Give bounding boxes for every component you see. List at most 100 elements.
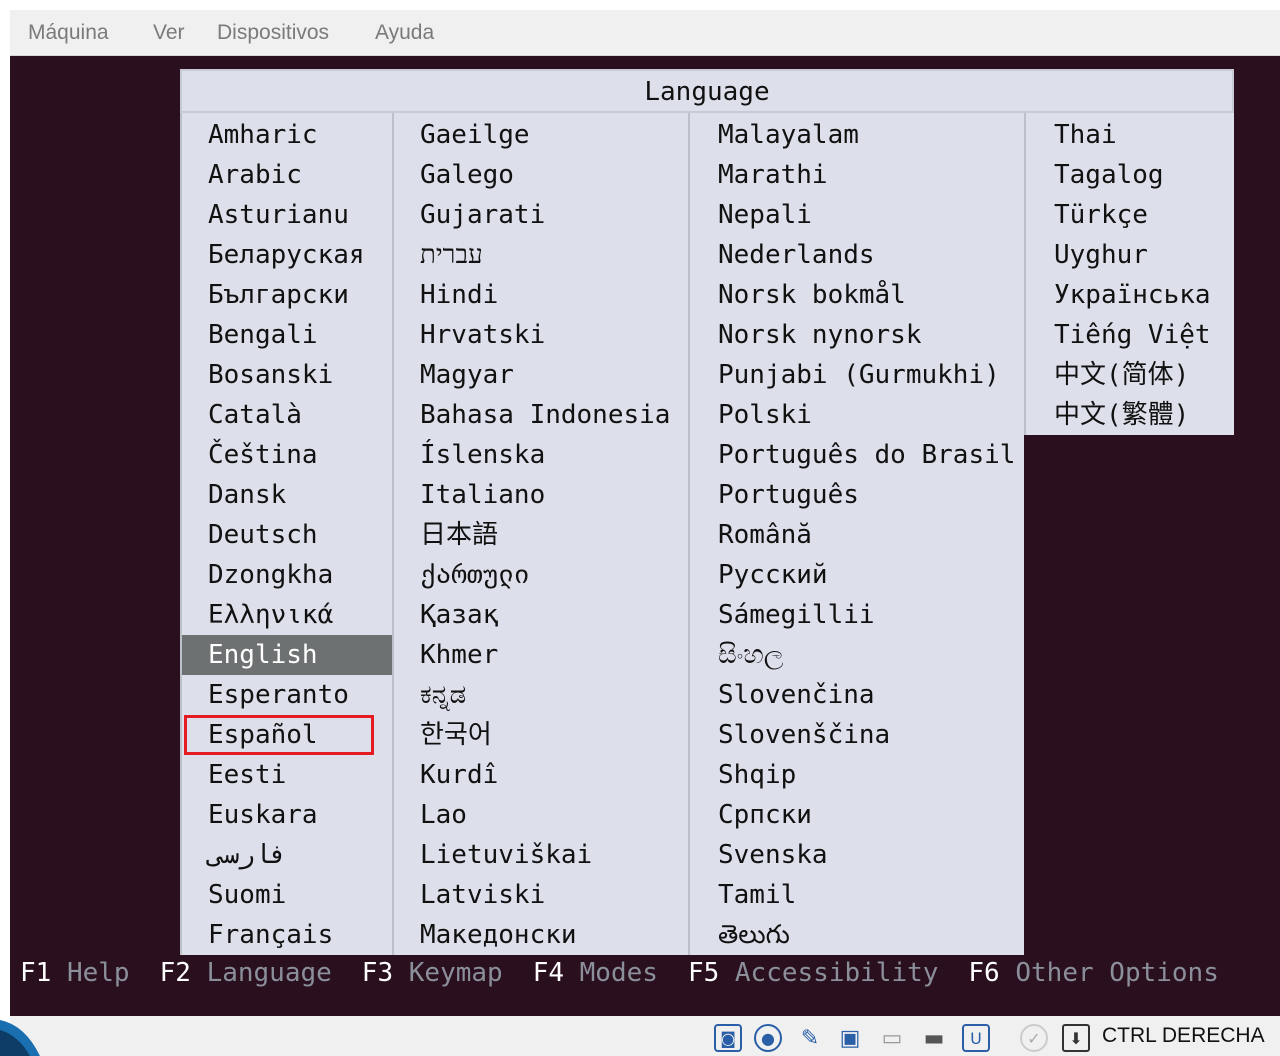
language-option[interactable]: Lao: [394, 795, 467, 835]
language-option[interactable]: Hindi: [394, 275, 498, 315]
vm-statusbar: ◙ ● ✎ ▣ ▭ ▬ U ✓ ⬇ CTRL DERECHA: [10, 1016, 1280, 1056]
language-option[interactable]: 日本語: [394, 515, 498, 555]
language-option[interactable]: සිංහල: [690, 635, 784, 675]
mouse-integration-icon[interactable]: ✓: [1020, 1024, 1048, 1052]
language-option[interactable]: Русский: [690, 555, 828, 595]
language-option[interactable]: Română: [690, 515, 812, 555]
language-option[interactable]: Esperanto: [182, 675, 349, 715]
fkey-f1[interactable]: F1: [20, 958, 51, 988]
keyboard-capture-icon[interactable]: ⬇: [1062, 1024, 1090, 1052]
language-option[interactable]: Tagalog: [1026, 155, 1164, 195]
language-option[interactable]: Norsk nynorsk: [690, 315, 922, 355]
language-option[interactable]: Kurdî: [394, 755, 498, 795]
language-option[interactable]: Shqip: [690, 755, 796, 795]
language-option[interactable]: Sámegillii: [690, 595, 875, 635]
language-option[interactable]: Português do Brasil: [690, 435, 1015, 475]
language-option[interactable]: ಕನ್ನಡ: [394, 675, 466, 715]
language-option[interactable]: Српски: [690, 795, 812, 835]
language-option[interactable]: Gujarati: [394, 195, 545, 235]
language-option[interactable]: فارسی: [182, 835, 286, 875]
language-option[interactable]: Latviski: [394, 875, 545, 915]
language-option[interactable]: Svenska: [690, 835, 828, 875]
language-option[interactable]: Galego: [394, 155, 514, 195]
language-option[interactable]: Bosanski: [182, 355, 333, 395]
language-option[interactable]: עברית: [394, 235, 483, 275]
hard-disk-icon[interactable]: ◙: [714, 1024, 742, 1052]
language-option[interactable]: Íslenska: [394, 435, 545, 475]
fkey-f2[interactable]: F2: [160, 958, 191, 988]
language-option[interactable]: Malayalam: [690, 115, 859, 155]
shared-folder-icon[interactable]: ▭: [878, 1024, 906, 1052]
language-option[interactable]: Ελληνικά: [182, 595, 333, 635]
language-option-selected[interactable]: English: [182, 635, 392, 675]
language-option[interactable]: Türkçe: [1026, 195, 1148, 235]
language-option[interactable]: 中文(简体): [1026, 355, 1189, 395]
language-dialog: Language Amharic Arabic Asturianu Беларуска…: [180, 69, 1234, 955]
language-option[interactable]: Arabic: [182, 155, 302, 195]
language-option[interactable]: Suomi: [182, 875, 286, 915]
language-option[interactable]: Magyar: [394, 355, 514, 395]
desktop-swoosh-graphic: [0, 1020, 40, 1056]
language-option-highlighted[interactable]: Español: [184, 715, 374, 755]
fkey-f4[interactable]: F4: [533, 958, 564, 988]
language-option[interactable]: Norsk bokmål: [690, 275, 906, 315]
language-option[interactable]: Punjabi (Gurmukhi): [690, 355, 1000, 395]
language-option[interactable]: Македонски: [394, 915, 577, 955]
language-option[interactable]: Slovenščina: [690, 715, 890, 755]
language-option[interactable]: Deutsch: [182, 515, 318, 555]
vm-menubar: Máquina Ver Dispositivos Ayuda: [10, 10, 1280, 56]
network-icon[interactable]: ▣: [836, 1024, 864, 1052]
language-option[interactable]: Polski: [690, 395, 812, 435]
optical-drive-icon[interactable]: ●: [754, 1024, 782, 1052]
video-capture-icon[interactable]: U: [962, 1024, 990, 1052]
language-option[interactable]: ქართული: [394, 555, 530, 595]
function-key-bar: F1 Help F2 Language F3 Keymap F4 Modes F5 Ac…: [20, 958, 1249, 988]
language-option[interactable]: Dansk: [182, 475, 286, 515]
fkey-f6[interactable]: F6: [968, 958, 999, 988]
language-option[interactable]: Português: [690, 475, 859, 515]
language-option[interactable]: Italiano: [394, 475, 545, 515]
language-option[interactable]: Български: [182, 275, 349, 315]
language-option[interactable]: Nepali: [690, 195, 812, 235]
usb-icon[interactable]: ✎: [796, 1024, 824, 1052]
language-column-4: Thai Tagalog Türkçe Uyghur Українська Tiếng V…: [1024, 113, 1234, 435]
language-option[interactable]: Tiếng Việt: [1026, 315, 1211, 355]
language-option[interactable]: 한국어: [394, 715, 492, 755]
language-option[interactable]: 中文(繁體): [1026, 395, 1189, 435]
menu-maquina[interactable]: Máquina: [28, 21, 109, 45]
fkey-f4-label: Modes: [579, 958, 658, 988]
language-option[interactable]: Lietuviškai: [394, 835, 592, 875]
language-option[interactable]: Беларуская: [182, 235, 365, 275]
language-option[interactable]: Hrvatski: [394, 315, 545, 355]
display-icon[interactable]: ▬: [920, 1024, 948, 1052]
language-option[interactable]: Marathi: [690, 155, 828, 195]
language-option[interactable]: Gaeilge: [394, 115, 530, 155]
menu-dispositivos[interactable]: Dispositivos: [217, 21, 329, 45]
language-option[interactable]: Euskara: [182, 795, 318, 835]
language-option[interactable]: Қазақ: [394, 595, 498, 635]
language-option[interactable]: Nederlands: [690, 235, 875, 275]
language-option[interactable]: Українська: [1026, 275, 1211, 315]
menu-ver[interactable]: Ver: [153, 21, 185, 45]
dialog-title: Language: [180, 69, 1234, 113]
language-option[interactable]: Asturianu: [182, 195, 349, 235]
language-option[interactable]: Slovenčina: [690, 675, 875, 715]
language-option[interactable]: Khmer: [394, 635, 498, 675]
language-option[interactable]: Uyghur: [1026, 235, 1148, 275]
language-option[interactable]: Tamil: [690, 875, 796, 915]
language-option[interactable]: Eesti: [182, 755, 286, 795]
language-option[interactable]: Čeština: [182, 435, 318, 475]
language-option[interactable]: Amharic: [182, 115, 318, 155]
language-option[interactable]: Français: [182, 915, 333, 955]
language-column-1: Amharic Arabic Asturianu Беларуская Българск…: [180, 113, 392, 955]
menu-ayuda[interactable]: Ayuda: [375, 21, 434, 45]
language-option[interactable]: Thai: [1026, 115, 1117, 155]
language-option[interactable]: Bengali: [182, 315, 318, 355]
language-option[interactable]: Dzongkha: [182, 555, 333, 595]
fkey-f5[interactable]: F5: [688, 958, 719, 988]
host-key-label: CTRL DERECHA: [1102, 1024, 1265, 1047]
language-option[interactable]: Català: [182, 395, 302, 435]
fkey-f3[interactable]: F3: [362, 958, 393, 988]
language-option[interactable]: తెలుగు: [690, 915, 790, 955]
language-option[interactable]: Bahasa Indonesia: [394, 395, 670, 435]
